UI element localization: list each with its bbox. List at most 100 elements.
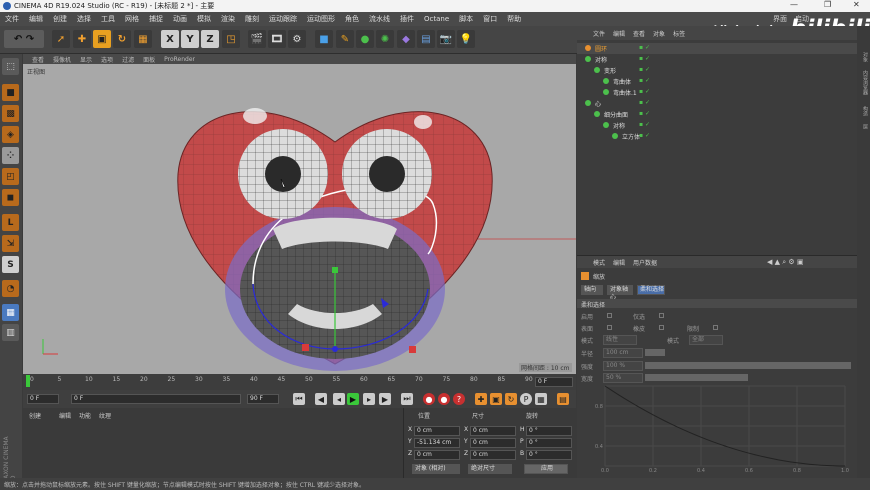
obj-menu-file[interactable]: 文件	[593, 29, 605, 38]
cube-icon[interactable]: ■	[315, 30, 333, 48]
size-field[interactable]: 0 cm	[470, 426, 516, 436]
menu-select[interactable]: 选择	[77, 14, 91, 24]
vp-menu-prorender[interactable]: ProRender	[164, 56, 195, 63]
menu-octane[interactable]: Octane	[424, 15, 449, 23]
vp-menu-display[interactable]: 显示	[80, 55, 92, 64]
visibility-check-icon[interactable]: ▪ ✓	[639, 121, 650, 128]
obj-menu-edit[interactable]: 编辑	[613, 29, 625, 38]
rotate-icon[interactable]: ↻	[113, 30, 131, 48]
key-rotation-icon[interactable]: ↻	[505, 393, 517, 405]
menu-file[interactable]: 文件	[5, 14, 19, 24]
object-row[interactable]: 弯曲体.1 ▪ ✓	[577, 87, 857, 98]
go-start-icon[interactable]: ⏮	[293, 393, 305, 405]
x-axis-icon[interactable]: X	[161, 30, 179, 48]
attr-checkbox[interactable]	[659, 313, 664, 318]
mat-menu-function[interactable]: 功能	[79, 411, 91, 420]
menu-create[interactable]: 创建	[53, 14, 67, 24]
tab-object-axis[interactable]: 对象轴心	[607, 285, 633, 301]
viewport-front[interactable]: 正视图 网格间距 : 10 cm ✥ ⇕ ↻ ▢	[23, 64, 576, 374]
attr-field-value[interactable]: 全部	[689, 335, 723, 345]
maximize-button[interactable]: ❐	[824, 0, 831, 9]
undo-icon[interactable]: ↶ ↷	[4, 30, 44, 48]
menu-render[interactable]: 渲染	[221, 14, 235, 24]
menu-pipeline[interactable]: 流水线	[369, 14, 390, 24]
current-frame-field[interactable]: 0 F	[71, 394, 241, 404]
attr-checkbox[interactable]	[607, 325, 612, 330]
visibility-check-icon[interactable]: ▪ ✓	[639, 66, 650, 73]
close-button[interactable]: ✕	[853, 0, 860, 9]
coord-system-icon[interactable]: ◳	[222, 30, 240, 48]
size-field[interactable]: 0 cm	[470, 438, 516, 448]
menu-plugins[interactable]: 插件	[400, 14, 414, 24]
menu-mograph[interactable]: 运动图形	[307, 14, 335, 24]
keyframe-selection-icon[interactable]: ?	[453, 393, 465, 405]
object-row[interactable]: 细分曲面 ▪ ✓	[577, 109, 857, 120]
key-pla-icon[interactable]: ▦	[535, 393, 547, 405]
attr-checkbox[interactable]	[713, 325, 718, 330]
frame-end-field[interactable]: 0 F	[535, 377, 573, 387]
axis-mode-icon[interactable]: L	[2, 214, 19, 231]
attr-menu-mode[interactable]: 模式	[593, 258, 605, 267]
attr-field-value[interactable]: 100 cm	[603, 348, 643, 358]
vp-menu-filter[interactable]: 过滤	[122, 55, 134, 64]
attr-slider[interactable]	[645, 374, 748, 381]
menu-tools[interactable]: 工具	[101, 14, 115, 24]
polygons-mode-icon[interactable]: ◼	[2, 189, 19, 206]
z-axis-icon[interactable]: Z	[201, 30, 219, 48]
vp-menu-camera[interactable]: 摄像机	[53, 55, 71, 64]
planar-workplane-icon[interactable]: ▦	[2, 304, 19, 321]
texture-mode-icon[interactable]: ▩	[2, 105, 19, 122]
position-field[interactable]: 0 cm	[414, 426, 460, 436]
last-tool-icon[interactable]: ▦	[134, 30, 152, 48]
play-icon[interactable]: ▶	[347, 393, 359, 405]
attr-slider[interactable]	[645, 362, 851, 369]
side-tab-structure[interactable]: 构造	[858, 106, 869, 116]
visibility-check-icon[interactable]: ▪ ✓	[639, 77, 650, 84]
menu-help[interactable]: 帮助	[507, 14, 521, 24]
vp-menu-options[interactable]: 选项	[101, 55, 113, 64]
mat-menu-create[interactable]: 创建	[29, 411, 41, 420]
go-end-icon[interactable]: ⏭	[401, 393, 413, 405]
visibility-check-icon[interactable]: ▪ ✓	[639, 44, 650, 51]
menu-simulate[interactable]: 模拟	[197, 14, 211, 24]
tab-soft-selection[interactable]: 柔和选择	[637, 285, 665, 295]
menu-mesh[interactable]: 网格	[125, 14, 139, 24]
record-icon[interactable]: ●	[423, 393, 435, 405]
visibility-check-icon[interactable]: ▪ ✓	[639, 55, 650, 62]
next-frame-icon[interactable]: ▸	[363, 393, 375, 405]
attr-nav-icons[interactable]: ◀ ▲ ⌕ ⚙ ▣	[767, 258, 803, 267]
move-icon[interactable]: ✚	[73, 30, 91, 48]
prev-frame-icon[interactable]: ◂	[333, 393, 345, 405]
object-row[interactable]: 对称 ▪ ✓	[577, 120, 857, 131]
falloff-graph[interactable]: 0.0 0.2 0.4 0.6 0.8 1.0 0.8 0.4	[581, 384, 853, 472]
points-mode-icon[interactable]: ⁘	[2, 147, 19, 164]
lock-workplane-icon[interactable]: ◔	[2, 280, 19, 297]
attr-field-value[interactable]: 100 %	[603, 361, 643, 371]
vp-menu-view[interactable]: 查看	[32, 55, 44, 64]
start-frame-field[interactable]: 0 F	[27, 394, 59, 404]
key-scale-icon[interactable]: ▣	[490, 393, 502, 405]
menu-edit[interactable]: 编辑	[29, 14, 43, 24]
snap-icon[interactable]: S	[2, 256, 19, 273]
obj-menu-tags[interactable]: 标签	[673, 29, 685, 38]
attr-slider[interactable]	[645, 349, 665, 356]
object-row[interactable]: 弯曲体 ▪ ✓	[577, 76, 857, 87]
menu-script[interactable]: 脚本	[459, 14, 473, 24]
size-mode-select[interactable]: 绝对尺寸	[468, 464, 512, 474]
menu-character[interactable]: 角色	[345, 14, 359, 24]
model-mode-icon[interactable]: ■	[2, 84, 19, 101]
scale-icon[interactable]: ▣	[93, 30, 111, 48]
rotation-field[interactable]: 0 °	[526, 450, 572, 460]
attr-checkbox[interactable]	[607, 313, 612, 318]
position-field[interactable]: 0 cm	[414, 450, 460, 460]
next-key-icon[interactable]: ▶	[379, 393, 391, 405]
key-param-icon[interactable]: P	[520, 393, 532, 405]
size-field[interactable]: 0 cm	[470, 450, 516, 460]
attr-checkbox[interactable]	[659, 325, 664, 330]
playhead[interactable]	[26, 375, 30, 387]
timeline-ruler[interactable]: 0 5 10 15 20 25 30 35 40 45 50 55 60 65 70 75 80 85 90 0 F	[23, 374, 576, 390]
attr-menu-userdata[interactable]: 用户数据	[633, 258, 657, 267]
tab-axis[interactable]: 轴向	[581, 285, 603, 295]
camera-icon[interactable]: 📷	[437, 30, 455, 48]
rotation-field[interactable]: 0 °	[526, 438, 572, 448]
